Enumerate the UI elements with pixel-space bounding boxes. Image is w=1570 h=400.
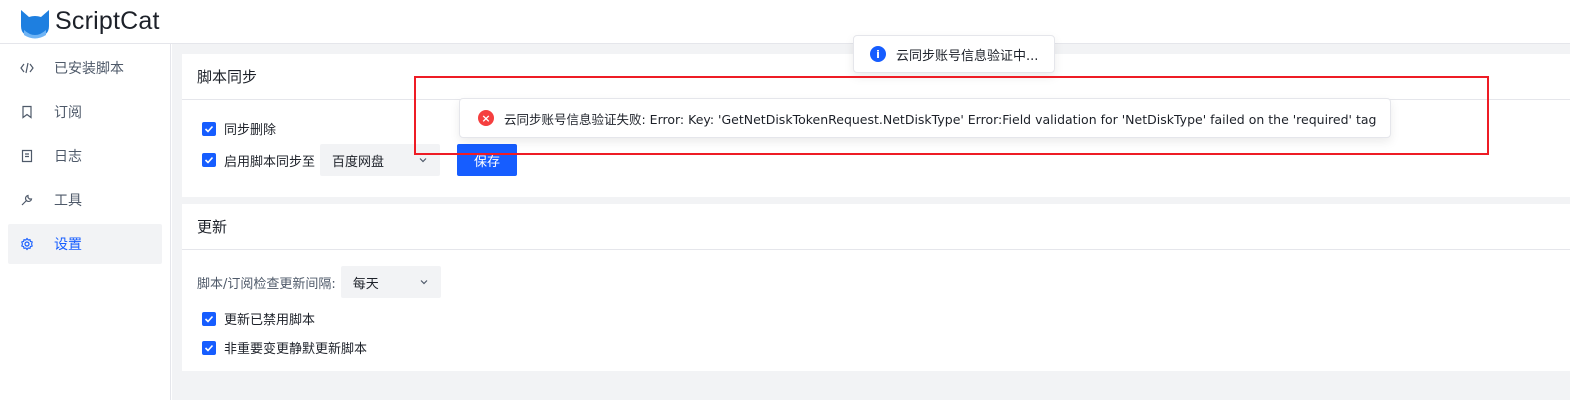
sidebar-item-label: 日志 (54, 149, 82, 165)
sidebar-item-label: 设置 (54, 237, 82, 253)
check-icon (204, 344, 214, 352)
update-card-title: 更新 (182, 204, 1570, 250)
check-icon (204, 156, 214, 164)
gear-icon (20, 237, 34, 251)
sidebar-item-label: 订阅 (54, 105, 82, 121)
delete-sync-checkbox[interactable] (202, 121, 216, 136)
update-disabled-row: 更新已禁用脚本 (202, 309, 315, 328)
file-icon (20, 149, 34, 163)
update-disabled-label: 更新已禁用脚本 (224, 313, 316, 328)
update-interval-value: 每天 (352, 276, 379, 292)
sidebar-item-subscriptions[interactable]: 订阅 (8, 92, 162, 132)
enable-sync-label: 启用脚本同步至 (224, 154, 316, 170)
delete-sync-row: 同步删除 (202, 119, 276, 138)
silent-update-checkbox[interactable] (202, 340, 216, 355)
info-icon: i (870, 46, 886, 62)
sync-provider-value: 百度网盘 (332, 154, 385, 170)
update-interval-row: 脚本/订阅检查更新间隔: 每天 (197, 266, 441, 298)
chevron-down-icon (420, 280, 428, 285)
update-disabled-checkbox[interactable] (202, 311, 216, 326)
app-title: ScriptCat (55, 7, 160, 35)
update-interval-label: 脚本/订阅检查更新间隔: (197, 276, 336, 292)
info-message: i 云同步账号信息验证中... (853, 35, 1056, 73)
update-card: 更新 脚本/订阅检查更新间隔: 每天 更新已禁用脚本 非重要变更静默更新脚本 (182, 204, 1570, 371)
enable-sync-checkbox[interactable] (202, 153, 216, 167)
delete-sync-label: 同步删除 (224, 123, 277, 138)
sidebar-item-tools[interactable]: 工具 (8, 180, 162, 220)
sidebar-item-label: 已安装脚本 (54, 61, 124, 77)
bookmark-icon (20, 105, 34, 119)
silent-update-label: 非重要变更静默更新脚本 (224, 342, 368, 357)
update-interval-select[interactable]: 每天 (340, 266, 441, 298)
sidebar-item-label: 工具 (54, 193, 82, 209)
sidebar-item-installed-scripts[interactable]: 已安装脚本 (8, 48, 162, 88)
app-header: ScriptCat (0, 0, 1570, 44)
sidebar: 已安装脚本 订阅 日志 工具 设置 (0, 44, 171, 400)
check-icon (204, 315, 214, 323)
cat-logo-icon (21, 9, 49, 38)
code-icon (20, 61, 34, 75)
sidebar-item-logs[interactable]: 日志 (8, 136, 162, 176)
highlight-box (414, 76, 1489, 155)
chevron-down-icon (419, 158, 427, 163)
silent-update-row: 非重要变更静默更新脚本 (202, 338, 367, 357)
info-message-text: 云同步账号信息验证中... (896, 48, 1039, 64)
check-icon (204, 125, 214, 133)
sidebar-item-settings[interactable]: 设置 (8, 224, 162, 264)
enable-sync-row: 启用脚本同步至 百度网盘 (202, 144, 441, 176)
wrench-icon (20, 193, 34, 207)
